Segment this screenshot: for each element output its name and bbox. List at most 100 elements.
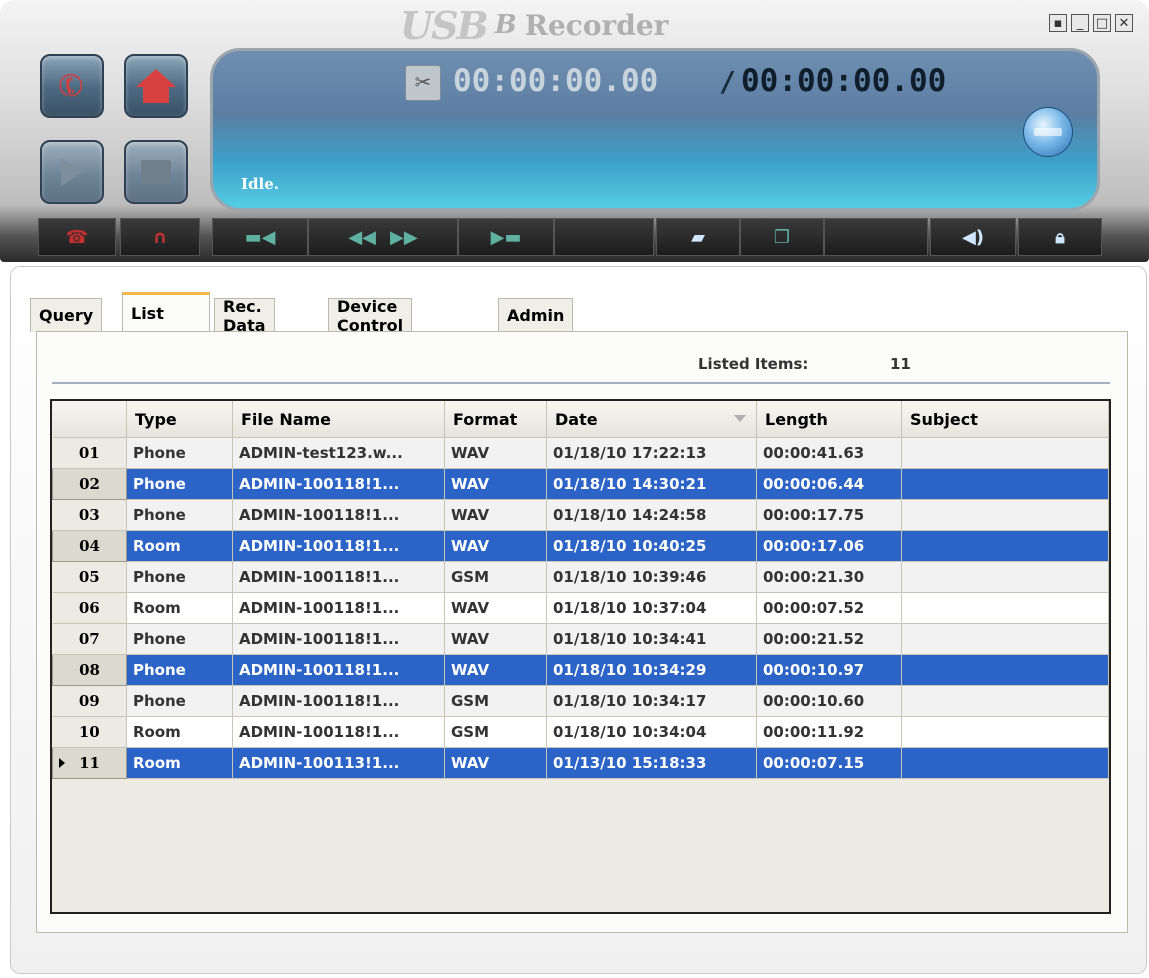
type-cell[interactable]: Phone — [126, 685, 233, 717]
column-header-subject[interactable]: Subject — [901, 401, 1109, 438]
table-row[interactable]: 09 Phone ADMIN-100118!1... GSM 01/18/10 10:3… — [52, 685, 1109, 717]
row-number[interactable]: 05 — [52, 561, 127, 593]
table-row[interactable]: 10 Room ADMIN-100118!1... GSM 01/18/10 10:34… — [52, 716, 1109, 748]
subject-cell[interactable] — [901, 716, 1109, 748]
tray-button[interactable]: ▪ — [1049, 14, 1067, 32]
length-cell[interactable]: 00:00:17.06 — [756, 530, 902, 562]
hangup-button[interactable]: ☎ — [38, 218, 116, 256]
row-number[interactable]: 04 — [52, 530, 127, 562]
type-cell[interactable]: Room — [126, 530, 233, 562]
recordings-grid[interactable]: Type File Name Format Date Length Subjec… — [50, 399, 1111, 914]
type-cell[interactable]: Phone — [126, 437, 233, 469]
subject-cell[interactable] — [901, 623, 1109, 655]
format-cell[interactable]: WAV — [444, 468, 547, 500]
type-cell[interactable]: Phone — [126, 468, 233, 500]
length-cell[interactable]: 00:00:17.75 — [756, 499, 902, 531]
row-number[interactable]: 08 — [52, 654, 127, 686]
file-name-cell[interactable]: ADMIN-100118!1... — [232, 499, 445, 531]
file-name-cell[interactable]: ADMIN-100118!1... — [232, 530, 445, 562]
row-number[interactable]: 06 — [52, 592, 127, 624]
subject-cell[interactable] — [901, 654, 1109, 686]
length-cell[interactable]: 00:00:06.44 — [756, 468, 902, 500]
column-header-length[interactable]: Length — [756, 401, 902, 438]
record-orb-button[interactable] — [1023, 107, 1073, 157]
seek-buttons[interactable]: ◀◀ ▶▶ — [308, 218, 458, 256]
close-button[interactable]: ✕ — [1115, 14, 1133, 32]
length-cell[interactable]: 00:00:07.15 — [756, 747, 902, 779]
format-cell[interactable]: WAV — [444, 437, 547, 469]
file-name-cell[interactable]: ADMIN-100118!1... — [232, 592, 445, 624]
subject-cell[interactable] — [901, 561, 1109, 593]
length-cell[interactable]: 00:00:07.52 — [756, 592, 902, 624]
lock-button[interactable]: 🔒︎ — [1018, 218, 1102, 256]
column-header-date[interactable]: Date — [546, 401, 757, 438]
subject-cell[interactable] — [901, 592, 1109, 624]
minimize-button[interactable]: _ — [1071, 14, 1089, 32]
date-cell[interactable]: 01/18/10 10:40:25 — [546, 530, 757, 562]
date-cell[interactable]: 01/13/10 15:18:33 — [546, 747, 757, 779]
format-cell[interactable]: GSM — [444, 716, 547, 748]
date-cell[interactable]: 01/18/10 10:34:04 — [546, 716, 757, 748]
table-row[interactable]: 01 Phone ADMIN-test123.w... WAV 01/18/10 17:… — [52, 437, 1109, 469]
tab-admin[interactable]: Admin — [498, 298, 574, 332]
type-cell[interactable]: Phone — [126, 623, 233, 655]
date-cell[interactable]: 01/18/10 10:34:41 — [546, 623, 757, 655]
table-row[interactable]: 11 Room ADMIN-100113!1... WAV 01/13/10 15:18… — [52, 747, 1109, 779]
column-header-type[interactable]: Type — [126, 401, 233, 438]
date-cell[interactable]: 01/18/10 14:30:21 — [546, 468, 757, 500]
row-number[interactable]: 03 — [52, 499, 127, 531]
table-row[interactable]: 05 Phone ADMIN-100118!1... GSM 01/18/10 10:3… — [52, 561, 1109, 593]
row-number[interactable]: 07 — [52, 623, 127, 655]
format-cell[interactable]: GSM — [444, 685, 547, 717]
row-number[interactable]: 02 — [52, 468, 127, 500]
tab-device-control[interactable]: Device Control — [328, 297, 413, 335]
cut-button[interactable]: ✂ — [405, 65, 441, 101]
type-cell[interactable]: Room — [126, 716, 233, 748]
row-number[interactable]: 11 — [52, 747, 127, 779]
format-cell[interactable]: WAV — [444, 623, 547, 655]
date-cell[interactable]: 01/18/10 17:22:13 — [546, 437, 757, 469]
table-row[interactable]: 08 Phone ADMIN-100118!1... WAV 01/18/10 10:3… — [52, 654, 1109, 686]
tab-list[interactable]: List — [122, 292, 210, 332]
date-cell[interactable]: 01/18/10 10:34:29 — [546, 654, 757, 686]
file-name-cell[interactable]: ADMIN-100118!1... — [232, 561, 445, 593]
column-header-index[interactable] — [52, 401, 127, 438]
table-row[interactable]: 04 Room ADMIN-100118!1... WAV 01/18/10 10:40… — [52, 530, 1109, 562]
row-number[interactable]: 09 — [52, 685, 127, 717]
length-cell[interactable]: 00:00:10.97 — [756, 654, 902, 686]
subject-cell[interactable] — [901, 499, 1109, 531]
copy-button[interactable]: ❐ — [740, 218, 824, 256]
table-row[interactable]: 03 Phone ADMIN-100118!1... WAV 01/18/10 14:2… — [52, 499, 1109, 531]
length-cell[interactable]: 00:00:11.92 — [756, 716, 902, 748]
file-name-cell[interactable]: ADMIN-100118!1... — [232, 623, 445, 655]
length-cell[interactable]: 00:00:21.52 — [756, 623, 902, 655]
format-cell[interactable]: WAV — [444, 654, 547, 686]
file-name-cell[interactable]: ADMIN-100118!1... — [232, 468, 445, 500]
table-row[interactable]: 06 Room ADMIN-100118!1... WAV 01/18/10 10:37… — [52, 592, 1109, 624]
date-cell[interactable]: 01/18/10 14:24:58 — [546, 499, 757, 531]
type-cell[interactable]: Phone — [126, 561, 233, 593]
open-folder-button[interactable]: ▰ — [656, 218, 740, 256]
table-row[interactable]: 02 Phone ADMIN-100118!1... WAV 01/18/10 14:3… — [52, 468, 1109, 500]
format-cell[interactable]: WAV — [444, 499, 547, 531]
table-row[interactable]: 07 Phone ADMIN-100118!1... WAV 01/18/10 10:3… — [52, 623, 1109, 655]
subject-cell[interactable] — [901, 747, 1109, 779]
file-name-cell[interactable]: ADMIN-100118!1... — [232, 716, 445, 748]
go-end-button[interactable]: ▶▬ — [458, 218, 554, 256]
column-header-format[interactable]: Format — [444, 401, 547, 438]
headset-button[interactable]: ∩ — [120, 218, 200, 256]
row-number[interactable]: 10 — [52, 716, 127, 748]
format-cell[interactable]: WAV — [444, 592, 547, 624]
file-name-cell[interactable]: ADMIN-100113!1... — [232, 747, 445, 779]
date-cell[interactable]: 01/18/10 10:39:46 — [546, 561, 757, 593]
home-button[interactable] — [124, 54, 188, 118]
type-cell[interactable]: Phone — [126, 654, 233, 686]
length-cell[interactable]: 00:00:41.63 — [756, 437, 902, 469]
format-cell[interactable]: WAV — [444, 747, 547, 779]
volume-button[interactable]: ◀) — [930, 218, 1016, 256]
tab-rec-data[interactable]: Rec. Data — [214, 297, 275, 335]
type-cell[interactable]: Room — [126, 747, 233, 779]
column-header-file-name[interactable]: File Name — [232, 401, 445, 438]
subject-cell[interactable] — [901, 685, 1109, 717]
file-name-cell[interactable]: ADMIN-100118!1... — [232, 654, 445, 686]
